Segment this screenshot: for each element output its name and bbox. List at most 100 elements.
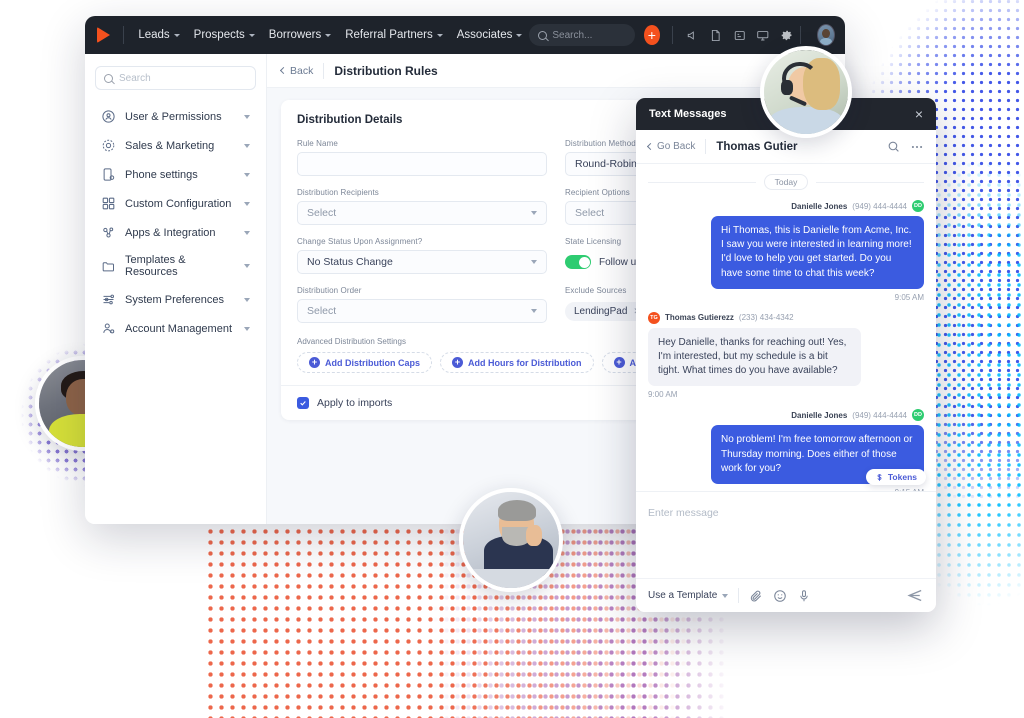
avatar: DD xyxy=(912,409,924,422)
microphone-icon[interactable] xyxy=(797,589,811,603)
sidebar-search-input[interactable]: Search xyxy=(95,66,256,90)
go-back-label: Go Back xyxy=(657,141,696,152)
field-value: Select xyxy=(307,305,337,317)
chevron-down-icon xyxy=(244,201,250,206)
day-label: Today xyxy=(763,174,809,190)
avatar: TG xyxy=(648,311,660,324)
sidebar-item-account-management[interactable]: Account Management xyxy=(95,314,256,343)
field-label: Distribution Order xyxy=(297,286,362,295)
add-button[interactable]: + xyxy=(643,25,660,45)
header-divider xyxy=(323,62,325,79)
chevron-down-icon xyxy=(248,33,255,37)
sidebar-item-apps-integration[interactable]: Apps & Integration xyxy=(95,218,256,247)
chevron-down-icon xyxy=(531,211,537,215)
sidebar-item-custom-configuration[interactable]: Custom Configuration xyxy=(95,189,256,218)
nav-item-leads[interactable]: Leads xyxy=(131,25,186,45)
plus-icon: + xyxy=(452,357,463,368)
global-search-input[interactable]: Search... xyxy=(529,24,635,46)
nav-item-prospects[interactable]: Prospects xyxy=(187,25,262,45)
gear-icon[interactable] xyxy=(780,27,794,44)
message-phone: (949) 444-4444 xyxy=(852,410,907,420)
user-shield-icon xyxy=(101,109,116,124)
sidebar-item-label: Account Management xyxy=(125,322,233,335)
sidebar-item-label: User & Permissions xyxy=(125,110,222,123)
chat-contact-name: Thomas Gutier xyxy=(716,140,798,153)
send-button[interactable] xyxy=(907,587,924,604)
search-icon xyxy=(538,30,548,40)
use-a-template-button[interactable]: Use a Template xyxy=(648,590,729,601)
chevron-down-icon xyxy=(244,114,250,119)
tokens-badge[interactable]: Tokens xyxy=(865,469,926,485)
change-status-select[interactable]: No Status Change xyxy=(297,250,547,274)
sidebar-item-label: Templates & Resources xyxy=(125,254,186,278)
nav-item-borrowers[interactable]: Borrowers xyxy=(262,25,338,45)
task-icon[interactable] xyxy=(733,27,747,44)
field-value: Select xyxy=(307,207,337,219)
chevron-left-icon xyxy=(646,142,655,151)
sidebar-search-placeholder: Search xyxy=(119,72,151,84)
distribution-recipients-select[interactable]: Select xyxy=(297,201,547,225)
dot-pattern-orange xyxy=(205,515,705,718)
emoji-icon[interactable] xyxy=(773,589,787,603)
messages-list[interactable]: Today Danielle Jones (949) 444-4444 DD H… xyxy=(636,164,936,491)
chevron-down-icon xyxy=(722,593,729,598)
more-options-icon[interactable] xyxy=(910,140,924,154)
add-distribution-caps-button[interactable]: + Add Distribution Caps xyxy=(297,352,432,373)
avatar: DD xyxy=(912,200,924,212)
tokens-label: Tokens xyxy=(887,472,917,482)
field-distribution-order: Distribution Order Select xyxy=(297,286,547,323)
field-distribution-recipients: Distribution Recipients Select xyxy=(297,188,547,225)
chevron-down-icon xyxy=(436,33,443,37)
nav-label: Leads xyxy=(138,29,170,41)
sidebar-item-sales-marketing[interactable]: Sales & Marketing xyxy=(95,131,256,160)
close-icon[interactable]: × xyxy=(915,107,923,121)
chevron-down-icon xyxy=(531,260,537,264)
text-messages-panel: Text Messages × Go Back Thomas Gutier To… xyxy=(636,98,936,612)
field-value: Select xyxy=(575,207,605,219)
go-back-button[interactable]: Go Back xyxy=(646,141,696,152)
attachment-icon[interactable] xyxy=(749,589,763,603)
top-navigation-bar: Leads Prospects Borrowers Referral Partn… xyxy=(85,16,845,54)
message-time: 9:05 AM xyxy=(894,292,924,302)
target-icon xyxy=(101,138,116,153)
sidebar-item-phone-settings[interactable]: Phone settings xyxy=(95,160,256,189)
search-icon[interactable] xyxy=(887,140,900,153)
rule-name-input[interactable] xyxy=(297,152,547,176)
add-hours-for-distribution-button[interactable]: + Add Hours for Distribution xyxy=(440,352,594,373)
message-input-placeholder: Enter message xyxy=(648,507,719,519)
nav-item-associates[interactable]: Associates xyxy=(450,25,530,45)
button-label: Add Distribution Caps xyxy=(325,357,420,368)
distribution-order-select[interactable]: Select xyxy=(297,299,547,323)
field-value: Round-Robin xyxy=(575,158,637,170)
logo-icon[interactable] xyxy=(95,24,113,46)
field-change-status: Change Status Upon Assignment? No Status… xyxy=(297,237,547,274)
sidebar-item-user-permissions[interactable]: User & Permissions xyxy=(95,102,256,131)
nav-divider xyxy=(671,26,673,44)
message-composer: Enter message Use a Template xyxy=(636,491,936,612)
chevron-down-icon xyxy=(516,33,523,37)
nav-item-referral-partners[interactable]: Referral Partners xyxy=(338,25,450,45)
presentation-icon[interactable] xyxy=(756,27,770,44)
state-licensing-toggle[interactable] xyxy=(565,255,591,269)
chevron-down-icon xyxy=(244,326,250,331)
sidebar-item-system-preferences[interactable]: System Preferences xyxy=(95,285,256,314)
nav-label: Borrowers xyxy=(268,29,322,41)
user-avatar[interactable] xyxy=(817,24,836,46)
document-icon[interactable] xyxy=(709,27,723,44)
message-phone: (233) 434-4342 xyxy=(738,313,794,323)
chevron-down-icon xyxy=(244,230,250,235)
message-sender: Thomas Gutierezz xyxy=(665,313,734,323)
account-icon xyxy=(101,321,116,336)
nav-label: Referral Partners xyxy=(345,29,433,41)
apply-to-imports-checkbox[interactable] xyxy=(297,397,309,409)
back-button[interactable]: Back xyxy=(279,65,313,77)
divider-line xyxy=(816,181,924,183)
chevron-left-icon xyxy=(279,66,288,75)
sidebar: Search User & Permissions Sales & Market… xyxy=(85,54,267,524)
megaphone-icon[interactable] xyxy=(686,27,700,44)
sidebar-item-templates-resources[interactable]: Templates & Resources xyxy=(95,247,256,285)
apps-icon xyxy=(101,225,116,240)
grid-icon xyxy=(101,196,116,211)
message-input[interactable]: Enter message xyxy=(636,492,936,578)
message-sender: Danielle Jones xyxy=(791,201,848,211)
